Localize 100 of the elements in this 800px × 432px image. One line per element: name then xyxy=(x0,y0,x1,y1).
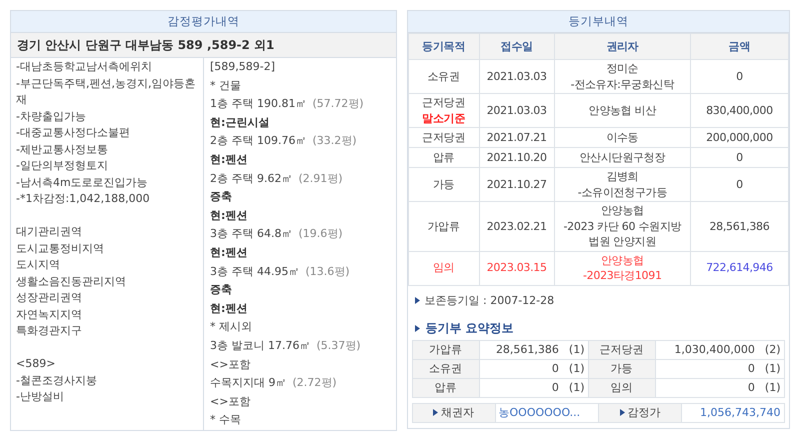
table-cell: 0 xyxy=(690,168,788,202)
detail-heading: 증축 xyxy=(210,282,233,298)
table-cell: 안양농협 비산 xyxy=(554,94,690,128)
amount: 0 xyxy=(748,362,755,375)
note-line: -부근단독주택,펜션,농경지,임야등혼재 xyxy=(16,76,196,108)
table-cell: 2023.02.21 xyxy=(479,202,554,251)
table-cell: 임의 xyxy=(408,251,480,285)
table-cell: 0 xyxy=(690,148,788,168)
count: (1) xyxy=(568,343,585,356)
creditor-link[interactable]: 농OOOOOOO... xyxy=(495,403,599,422)
table-cell: 근저당권 xyxy=(408,128,480,148)
floor-area: 2층 주택 109.76㎡ xyxy=(210,134,306,148)
table-cell: 722,614,946 xyxy=(690,251,788,285)
count: (1) xyxy=(568,362,585,375)
table-cell: 2021.10.27 xyxy=(479,168,554,202)
table-cell: 임의 xyxy=(588,378,656,397)
detail-heading: 현:펜션 xyxy=(210,152,248,168)
detail-line: <>포함 xyxy=(210,356,252,372)
table-cell: 압류 xyxy=(408,148,480,168)
table-cell: 2021.03.03 xyxy=(479,60,554,94)
table-cell: 2023.03.15 xyxy=(479,251,554,285)
preservation-date: 보존등기일 : 2007-12-28 xyxy=(424,292,554,308)
detail-line: * 건물 xyxy=(210,78,242,94)
detail-heading: 현:근린시설 xyxy=(210,114,270,131)
table-cell: 압류 xyxy=(412,378,479,397)
table-cell: 200,000,000 xyxy=(690,128,788,148)
note-line: -대남초등학교남서측에위치 xyxy=(16,59,153,75)
detail-line: * 제시외 xyxy=(210,319,253,336)
note-line: -일단의부정형토지 xyxy=(16,158,109,174)
floor-area: 2층 주택 9.62㎡ xyxy=(210,172,292,185)
note-line: -*1차감정:1,042,188,000 xyxy=(16,191,151,207)
table-cell: 소유권 xyxy=(412,359,479,378)
table-cell: 안양농협 -2023타경1091 xyxy=(554,251,690,285)
amount: 0 xyxy=(552,362,559,375)
note-line: -남서측4m도로로진입가능 xyxy=(16,174,149,190)
column-header: 등기목적 xyxy=(408,34,480,60)
note-line: 도시지역 xyxy=(16,257,61,273)
column-header: 접수일 xyxy=(479,34,554,60)
floor-area: 3층 주택 44.95㎡ xyxy=(210,264,300,278)
detail-heading: 증축 xyxy=(210,189,233,206)
note-line: 자연녹지지역 xyxy=(16,306,83,322)
triangle-icon xyxy=(414,296,420,304)
table-cell: 1,056,743,740 xyxy=(682,403,784,422)
table-cell: 2021.07.21 xyxy=(479,128,554,148)
table-cell: 830,400,000 xyxy=(690,94,788,128)
note-line: -차량출입가능 xyxy=(16,108,87,124)
note-line: -대중교통사정다소불편 xyxy=(16,125,131,141)
info-label: 감정가 xyxy=(628,405,661,420)
panel-title: 등기부내역 xyxy=(408,11,789,33)
triangle-icon xyxy=(414,324,420,332)
table-cell: 2021.10.20 xyxy=(479,148,554,168)
table-cell: 소유권 xyxy=(408,60,480,94)
pyeong-area: (19.6평) xyxy=(298,227,343,240)
triangle-icon xyxy=(620,409,625,416)
table-cell: 2021.03.03 xyxy=(479,94,554,128)
table-cell: 근저당권 xyxy=(588,340,656,359)
count: (1) xyxy=(764,381,780,394)
table-cell: 이수동 xyxy=(554,128,690,148)
note-line: -철콘조경사지붕 xyxy=(16,372,98,388)
pyeong-area: (2.72평) xyxy=(292,376,337,390)
table-cell: 김병희 -소유이전청구가등 xyxy=(554,168,690,202)
column-header: 권리자 xyxy=(554,34,690,60)
pyeong-area: (2.91평) xyxy=(298,172,343,185)
table-cell: 가등 xyxy=(408,168,480,202)
amount: 0 xyxy=(552,381,559,394)
table-cell: 0 xyxy=(690,60,788,94)
table-cell: 안산시단원구청장 xyxy=(554,148,690,168)
table-cell: 가압류 xyxy=(408,202,480,251)
detail-heading: 현:펜션 xyxy=(210,300,248,317)
note-line: 특화경관지구 xyxy=(16,323,83,339)
section-title: 등기부 요약정보 xyxy=(426,320,514,336)
column-header: 금액 xyxy=(690,34,788,60)
info-label: 채권자 xyxy=(441,405,474,420)
pyeong-area: (13.6평) xyxy=(305,264,350,278)
count: (2) xyxy=(764,343,780,356)
floor-area: 3층 발코니 17.76㎡ xyxy=(210,338,310,352)
address: 경기 안산시 단원구 대부남동 589 ,589-2 외1 xyxy=(11,33,396,58)
note-line: -제반교통사정보통 xyxy=(16,142,109,158)
count: (1) xyxy=(568,381,585,394)
table-cell: 근저당권 말소기준 xyxy=(408,94,480,128)
detail-line: [589,589-2] xyxy=(210,59,276,75)
table-cell: 가압류 xyxy=(412,340,479,359)
table-cell: 안양농협 -2023 카단 60 수원지방 법원 안양지원 xyxy=(554,202,690,251)
note-line: 생활소음진동관리지역 xyxy=(16,274,127,290)
table-cell: 정미순 -전소유자:무궁화신탁 xyxy=(554,60,690,94)
note-line: <589> xyxy=(16,356,56,372)
panel-title: 감정평가내역 xyxy=(11,11,396,33)
detail-heading: 현:펜션 xyxy=(210,208,248,224)
detail-line: <>포함 xyxy=(210,394,252,410)
floor-area: 수목지지대 9㎡ xyxy=(210,376,286,390)
table-cell-note: 말소기준 xyxy=(422,112,465,124)
table-cell: 28,561,386 xyxy=(690,202,788,251)
detail-heading: 현:펜션 xyxy=(210,244,248,261)
note-line: 도시교통정비지역 xyxy=(16,240,105,256)
note-line: 성장관리권역 xyxy=(16,290,83,306)
detail-line: * 수목 xyxy=(210,412,242,428)
floor-area: 3층 주택 64.8㎡ xyxy=(210,227,292,240)
floor-area: 1층 주택 190.81㎡ xyxy=(210,97,306,110)
table-cell: 가등 xyxy=(588,359,656,378)
pyeong-area: (33.2평) xyxy=(312,134,357,148)
